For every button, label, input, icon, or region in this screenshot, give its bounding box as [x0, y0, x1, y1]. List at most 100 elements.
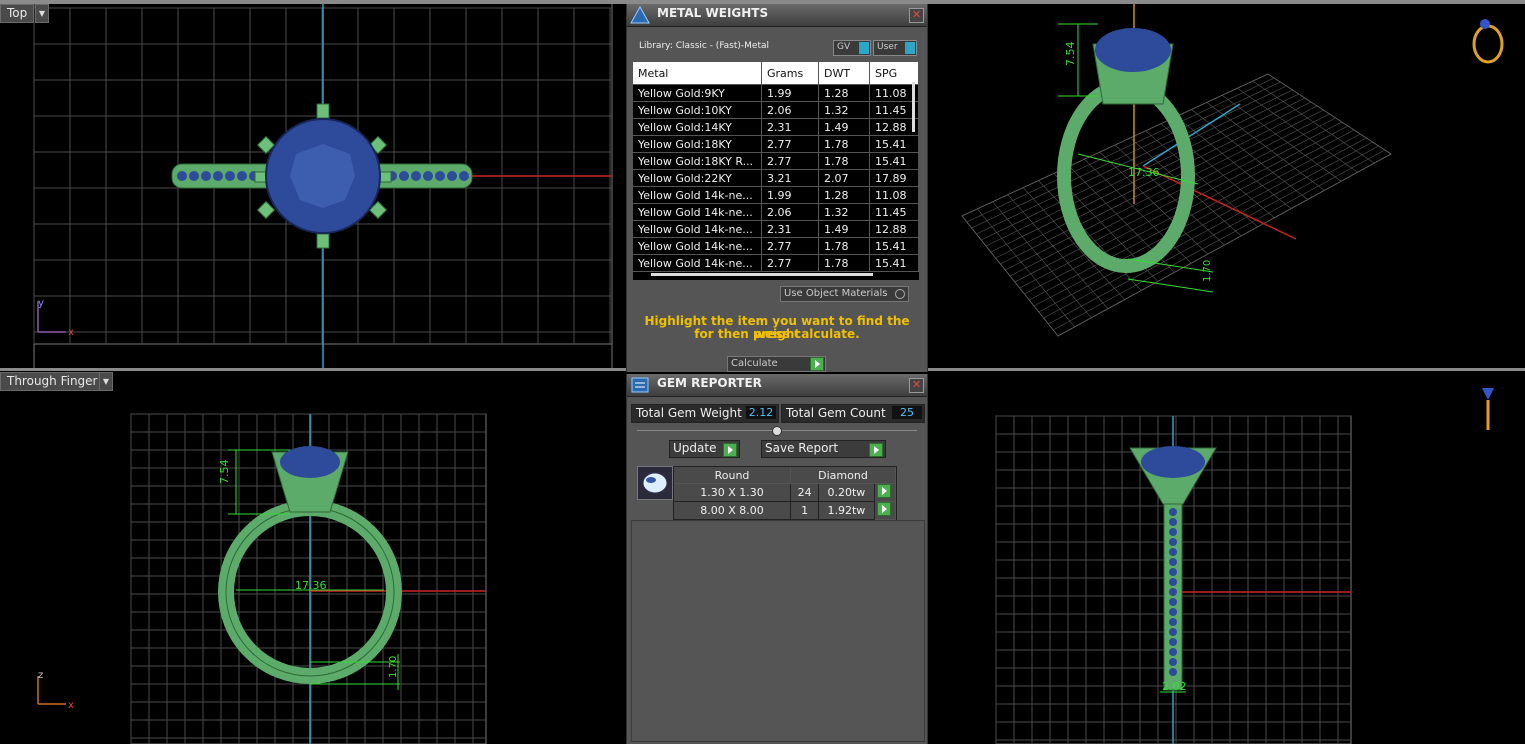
- metal-weights-close-button[interactable]: ✕: [909, 8, 924, 23]
- metal-name-cell: Yellow Gold:10KY: [633, 101, 762, 119]
- gem-row-go-icon[interactable]: [876, 502, 891, 516]
- grams-cell: 2.77: [761, 152, 819, 170]
- grams-cell: 1.99: [761, 84, 819, 102]
- axis-z-label: z: [38, 670, 43, 681]
- gem-reporter-splitter-handle[interactable]: [772, 426, 782, 436]
- gem-table-row[interactable]: 1.30 X 1.30 24 0.20tw: [674, 483, 896, 502]
- col-metal[interactable]: Metal: [633, 62, 762, 85]
- spg-cell: 15.41: [869, 254, 919, 272]
- grams-cell: 2.77: [761, 237, 819, 255]
- gem-tw-cell: 0.20tw: [818, 483, 875, 502]
- calculate-label: Calculate: [731, 358, 778, 369]
- gem-tw-cell: 1.92tw: [818, 501, 875, 520]
- viewport-through-finger-label[interactable]: Through Finger: [0, 372, 105, 391]
- metal-table-row[interactable]: Yellow Gold:10KY 2.06 1.32 11.45: [633, 101, 919, 119]
- viewport-through-finger-dropdown[interactable]: ▼: [99, 372, 113, 391]
- user-toggle[interactable]: User: [873, 40, 917, 56]
- grams-cell: 2.77: [761, 135, 819, 153]
- metal-table-row[interactable]: Yellow Gold:14KY 2.31 1.49 12.88: [633, 118, 919, 136]
- gem-reporter-titlebar[interactable]: GEM REPORTER ✕: [627, 374, 927, 397]
- dwt-cell: 1.49: [818, 220, 870, 238]
- gem-reporter-icon: [631, 377, 649, 393]
- axis-y-label: y: [38, 298, 44, 309]
- viewport-top[interactable]: y x Top ▼: [0, 4, 624, 368]
- axis-x-label-front: x: [68, 700, 74, 711]
- ring-navigator-icon[interactable]: [1472, 19, 1504, 64]
- viewport-top-dropdown[interactable]: ▼: [35, 4, 49, 23]
- gem-reporter-close-button[interactable]: ✕: [909, 378, 924, 393]
- dim-width-persp: 17.36: [1128, 166, 1160, 179]
- total-gem-weight-group: Total Gem Weight 2.12: [631, 404, 779, 423]
- spg-cell: 15.41: [869, 237, 919, 255]
- library-label: Library: Classic - (Fast)-Metal: [639, 41, 770, 51]
- dim-width-side: 2.02: [1162, 680, 1187, 693]
- save-report-button[interactable]: Save Report: [761, 440, 886, 458]
- metal-name-cell: Yellow Gold:18KY R...: [633, 152, 762, 170]
- spg-cell: 12.88: [869, 220, 919, 238]
- col-grams[interactable]: Grams: [761, 62, 819, 85]
- dim-band-front: 1.70: [388, 656, 399, 678]
- side-navigator-icon[interactable]: [1482, 388, 1494, 430]
- metal-table-row[interactable]: Yellow Gold:22KY 3.21 2.07 17.89: [633, 169, 919, 187]
- metal-table-row[interactable]: Yellow Gold 14k-ne... 2.06 1.32 11.45: [633, 203, 919, 221]
- gem-table[interactable]: Round Diamond 1.30 X 1.30 24 0.20tw 8.00 X …: [673, 466, 897, 521]
- save-report-label: Save Report: [765, 441, 839, 455]
- gem-row-go-cell[interactable]: [874, 501, 896, 520]
- viewport-top-label[interactable]: Top: [0, 4, 35, 23]
- metal-weights-titlebar[interactable]: METAL WEIGHTS ✕: [627, 4, 927, 27]
- gem-reporter-panel: GEM REPORTER ✕ Total Gem Weight 2.12 Tot…: [626, 374, 928, 744]
- update-go-icon[interactable]: [723, 443, 737, 457]
- metal-table[interactable]: Metal Grams DWT SPG Yellow Gold:9KY 1.99 1…: [633, 62, 919, 280]
- dwt-cell: 1.78: [818, 254, 870, 272]
- metal-table-vscroll[interactable]: [912, 82, 915, 132]
- grams-cell: 2.77: [761, 254, 819, 272]
- dwt-cell: 1.28: [818, 186, 870, 204]
- gem-row-go-cell[interactable]: [874, 483, 896, 502]
- total-gem-count-group: Total Gem Count 25: [781, 404, 925, 423]
- viewport-through-finger[interactable]: 7.54 17.36 1.70 z x Through Finger ▼: [0, 372, 624, 744]
- gem-material-header: Diamond: [790, 467, 896, 484]
- calculate-go-icon[interactable]: [810, 357, 824, 371]
- gv-toggle[interactable]: GV: [833, 40, 871, 56]
- metal-name-cell: Yellow Gold 14k-ne...: [633, 203, 762, 221]
- calculate-button[interactable]: Calculate: [727, 356, 826, 372]
- gem-row-go-icon[interactable]: [876, 484, 891, 498]
- metal-name-cell: Yellow Gold 14k-ne...: [633, 237, 762, 255]
- metal-table-row[interactable]: Yellow Gold 14k-ne... 2.77 1.78 15.41: [633, 254, 919, 272]
- grams-cell: 1.99: [761, 186, 819, 204]
- metal-table-row[interactable]: Yellow Gold:18KY R... 2.77 1.78 15.41: [633, 152, 919, 170]
- metal-table-row[interactable]: Yellow Gold 14k-ne... 2.31 1.49 12.88: [633, 220, 919, 238]
- metal-table-header: Metal Grams DWT SPG: [633, 62, 919, 85]
- user-label: User: [877, 42, 898, 52]
- viewport-perspective[interactable]: 7.54 17.36 1.70: [928, 4, 1525, 368]
- grams-cell: 2.06: [761, 203, 819, 221]
- use-object-materials-field[interactable]: Use Object Materials: [780, 286, 909, 302]
- metal-name-cell: Yellow Gold:18KY: [633, 135, 762, 153]
- col-dwt[interactable]: DWT: [818, 62, 870, 85]
- metal-table-hscroll[interactable]: [651, 273, 873, 276]
- metal-hint-line2: for then press calculate.: [694, 327, 860, 341]
- metal-table-row[interactable]: Yellow Gold 14k-ne... 2.77 1.78 15.41: [633, 237, 919, 255]
- gem-group[interactable]: Round Diamond 1.30 X 1.30 24 0.20tw 8.00 X …: [637, 466, 897, 521]
- gem-table-row[interactable]: 8.00 X 8.00 1 1.92tw: [674, 501, 896, 520]
- use-object-materials-radio-icon[interactable]: [895, 289, 905, 299]
- top-view-canvas: y x: [33, 4, 613, 368]
- save-report-go-icon[interactable]: [869, 443, 883, 457]
- update-button[interactable]: Update: [669, 440, 740, 458]
- spg-cell: 15.41: [869, 135, 919, 153]
- viewport-side[interactable]: 2.02: [928, 372, 1525, 744]
- spg-cell: 11.45: [869, 203, 919, 221]
- gem-shape-header: Round: [674, 467, 791, 484]
- metal-name-cell: Yellow Gold 14k-ne...: [633, 220, 762, 238]
- metal-table-row[interactable]: Yellow Gold:9KY 1.99 1.28 11.08: [633, 84, 919, 102]
- total-gem-count-value: 25: [892, 406, 922, 419]
- dim-band-persp: 1.70: [1202, 260, 1213, 282]
- gv-label: GV: [837, 42, 851, 52]
- dwt-cell: 1.32: [818, 101, 870, 119]
- spg-cell: 15.41: [869, 152, 919, 170]
- grams-cell: 2.31: [761, 220, 819, 238]
- dim-height-front: 7.54: [218, 460, 231, 485]
- metal-table-row[interactable]: Yellow Gold:18KY 2.77 1.78 15.41: [633, 135, 919, 153]
- metal-weights-icon: [630, 6, 650, 24]
- metal-table-row[interactable]: Yellow Gold 14k-ne... 1.99 1.28 11.08: [633, 186, 919, 204]
